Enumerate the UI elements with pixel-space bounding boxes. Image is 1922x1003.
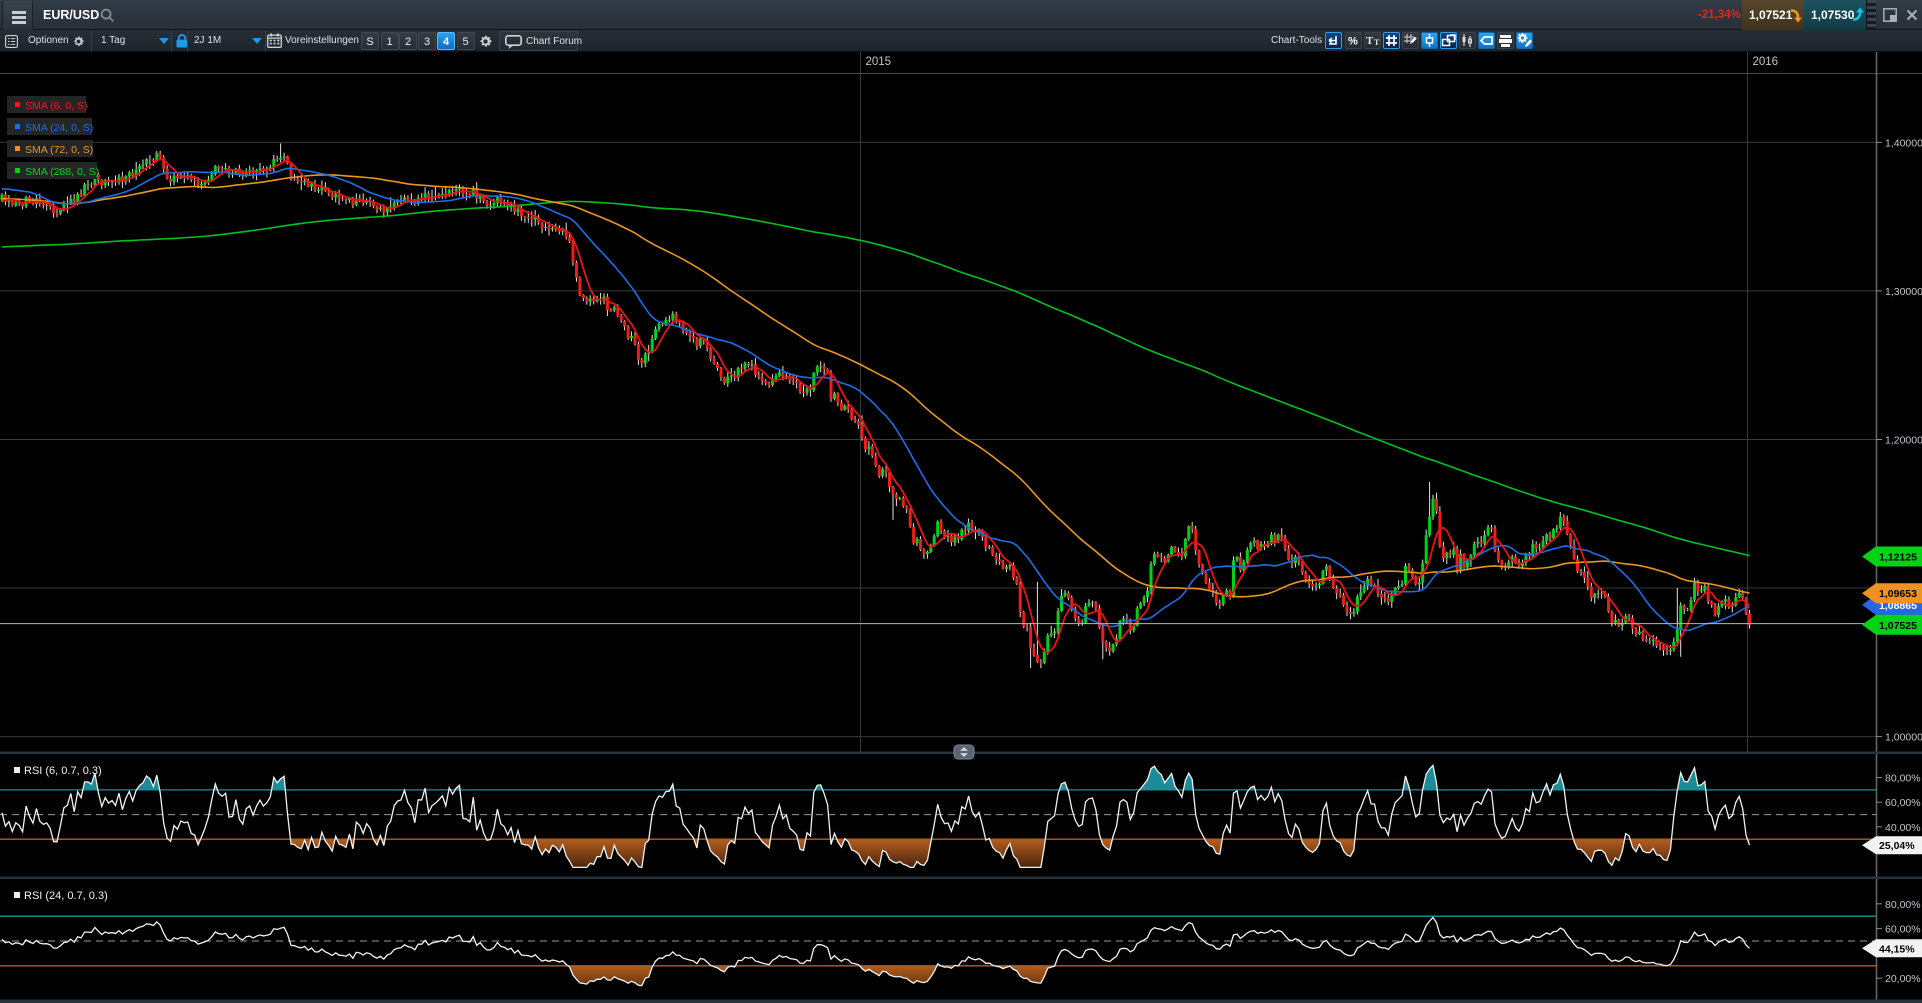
svg-text:RSI (6, 0.7, 0.3): RSI (6, 0.7, 0.3) [24, 765, 102, 777]
svg-text:44,15%: 44,15% [1879, 943, 1915, 955]
svg-text:1,40000: 1,40000 [1885, 137, 1922, 149]
svg-text:60,00%: 60,00% [1885, 924, 1921, 936]
svg-text:80,00%: 80,00% [1885, 899, 1921, 911]
svg-text:RSI (24, 0.7, 0.3): RSI (24, 0.7, 0.3) [24, 890, 108, 902]
svg-text:1,09653: 1,09653 [1879, 588, 1917, 600]
svg-text:80,00%: 80,00% [1885, 773, 1921, 785]
svg-text:SMA (288, 0, S): SMA (288, 0, S) [25, 166, 99, 178]
svg-text:T: T [1366, 35, 1374, 47]
svg-text:20,00%: 20,00% [1885, 973, 1921, 985]
svg-text:25,04%: 25,04% [1879, 840, 1915, 852]
svg-text:1,20000: 1,20000 [1885, 435, 1922, 447]
svg-text:1,30000: 1,30000 [1885, 286, 1922, 298]
svg-text:2016: 2016 [1753, 56, 1779, 68]
svg-text:1,07525: 1,07525 [1879, 620, 1917, 632]
svg-text:SMA (6, 0, S): SMA (6, 0, S) [25, 100, 87, 112]
svg-text:1,00000: 1,00000 [1885, 732, 1922, 744]
svg-text:T: T [1374, 38, 1380, 47]
svg-text:SMA (72, 0, S): SMA (72, 0, S) [25, 144, 93, 156]
svg-text:40,00%: 40,00% [1885, 822, 1921, 834]
svg-text:%: % [1348, 36, 1358, 48]
svg-text:60,00%: 60,00% [1885, 797, 1921, 809]
svg-text:1,12125: 1,12125 [1879, 552, 1917, 564]
svg-text:2015: 2015 [866, 56, 892, 68]
svg-text:SMA (24, 0, S): SMA (24, 0, S) [25, 122, 93, 134]
